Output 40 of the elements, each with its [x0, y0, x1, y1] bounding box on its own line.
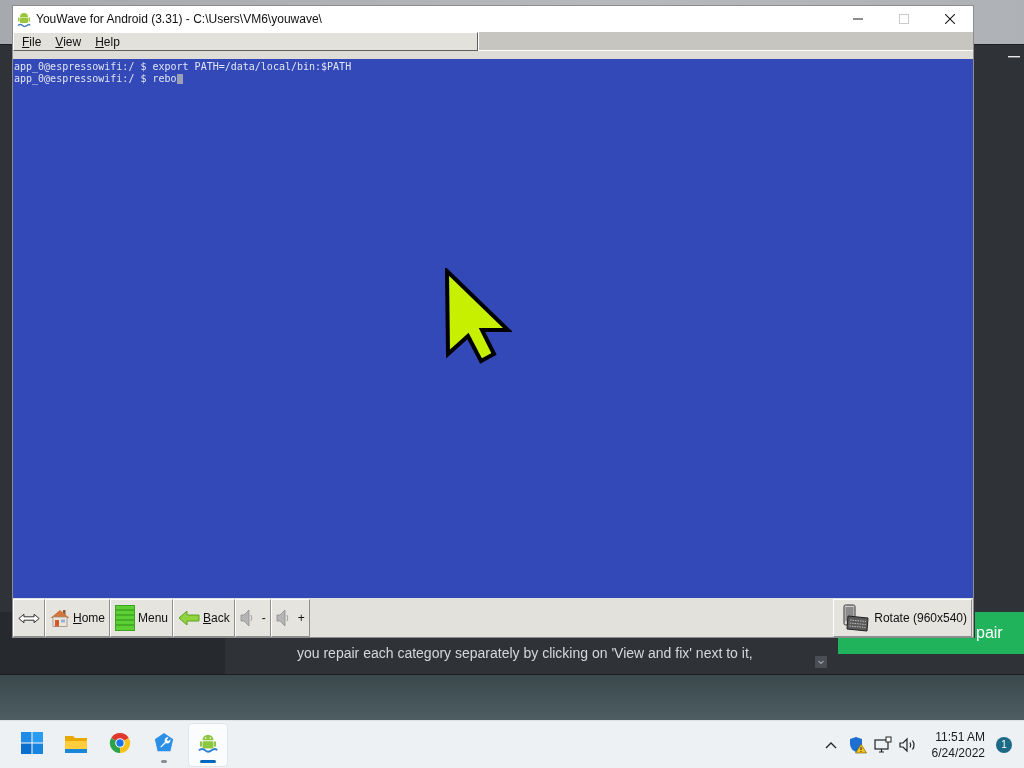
home-button[interactable]: Home — [45, 599, 110, 637]
speaker-icon — [239, 609, 254, 627]
wrench-icon — [153, 731, 175, 754]
notification-badge[interactable]: 1 — [996, 736, 1012, 753]
menu-button[interactable]: Menu — [110, 599, 174, 637]
menu-item[interactable]: View — [48, 33, 89, 50]
terminal-screen[interactable]: app_0@espressowifi:/ $ export PATH=/data/local/bin:$PATH app_0@espressowifi:/ $ rebo — [13, 59, 973, 598]
folder-icon — [64, 733, 88, 754]
terminal-line: app_0@espressowifi:/ $ rebo — [14, 73, 177, 85]
clock-date[interactable]: 6/24/2022 — [931, 744, 985, 761]
chevron-up-icon[interactable] — [824, 740, 837, 749]
back-button[interactable]: Back — [173, 599, 235, 637]
mouse-pointer-icon — [444, 268, 512, 365]
windows-logo-icon — [21, 731, 43, 754]
scroll-down-icon[interactable] — [815, 656, 827, 668]
android-app-icon — [17, 11, 31, 27]
volume-button[interactable]: + — [270, 599, 310, 637]
browser-icon — [109, 731, 131, 754]
volume-icon[interactable] — [898, 735, 917, 754]
menu-item[interactable]: File — [15, 33, 49, 50]
maximize-icon — [899, 14, 909, 24]
menu-icon — [115, 605, 135, 631]
volume-button[interactable]: - — [234, 599, 271, 637]
speaker-icon — [275, 609, 290, 627]
phone-keyboard-icon — [842, 604, 871, 632]
window-title: YouWave for Android (3.31) - C:\Users\VM6\youwave\ — [36, 12, 322, 26]
resize-button[interactable] — [13, 599, 45, 637]
rotate-button[interactable]: Rotate (960x540) — [833, 599, 972, 637]
minimize-icon[interactable] — [1008, 56, 1020, 58]
double-arrow-icon — [18, 612, 40, 624]
close-icon — [945, 14, 955, 24]
terminal-line: app_0@espressowifi:/ $ export PATH=/data/local/bin:$PATH — [14, 61, 352, 73]
clock-time[interactable]: 11:51 AM — [935, 728, 985, 745]
taskbar-app-button[interactable] — [188, 722, 228, 767]
menu-item[interactable]: Help — [88, 33, 127, 50]
network-icon[interactable] — [873, 735, 892, 754]
house-icon — [50, 609, 70, 627]
shield-warning-icon[interactable] — [848, 735, 867, 754]
description-text: you repair each category separately by clicking on 'View and fix' next to it, — [297, 645, 754, 662]
left-arrow-icon — [178, 610, 201, 626]
